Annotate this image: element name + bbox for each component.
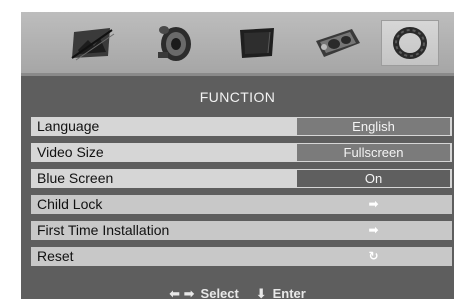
menu-row-label: Language [37,118,100,134]
menu-row-first-time-installation[interactable]: First Time Installation ➡ [31,221,452,240]
blue-screen-value[interactable]: On [297,170,450,187]
osd-menu-panel: FUNCTION Language English Video Size Ful… [21,12,454,299]
screen: FUNCTION Language English Video Size Ful… [0,0,454,299]
select-hint-label: Select [200,286,239,299]
navigation-hint: ⬅ ➡ Select ⬇ Enter [21,286,454,299]
right-arrow-icon[interactable]: ➡ [297,222,450,239]
tab-divider [21,73,454,76]
menu-tab-bar [21,12,454,73]
menu-row-label: Child Lock [37,196,103,212]
tab-function[interactable] [381,20,439,66]
menu-row-blue-screen[interactable]: Blue Screen On [31,169,452,188]
menu-row-label: First Time Installation [37,222,170,238]
function-ring-icon [393,27,427,59]
menu-row-video-size[interactable]: Video Size Fullscreen [31,143,452,162]
tab-sound[interactable] [145,20,203,66]
tab-screen[interactable] [227,20,285,66]
language-value[interactable]: English [297,118,450,135]
menu-title: FUNCTION [199,89,276,105]
tab-time[interactable] [309,20,367,66]
reset-icon[interactable]: ↻ [297,248,450,265]
clock-icon [316,29,360,57]
picture-icon [71,28,115,61]
menu-row-label: Video Size [37,144,104,160]
menu-row-reset[interactable]: Reset ↻ [31,247,452,266]
tab-picture[interactable] [63,20,121,66]
menu-row-label: Reset [37,248,74,264]
menu-row-label: Blue Screen [37,170,114,186]
right-arrow-icon[interactable]: ➡ [297,196,450,213]
video-size-value[interactable]: Fullscreen [297,144,450,161]
left-right-arrows-icon: ⬅ ➡ [169,286,195,299]
speaker-icon [158,26,191,61]
enter-hint-label: Enter [272,286,306,299]
menu-row-child-lock[interactable]: Child Lock ➡ [31,195,452,214]
down-arrow-icon: ⬇ [255,286,267,299]
menu-row-language[interactable]: Language English [31,117,452,136]
tv-screen-icon [240,28,274,58]
